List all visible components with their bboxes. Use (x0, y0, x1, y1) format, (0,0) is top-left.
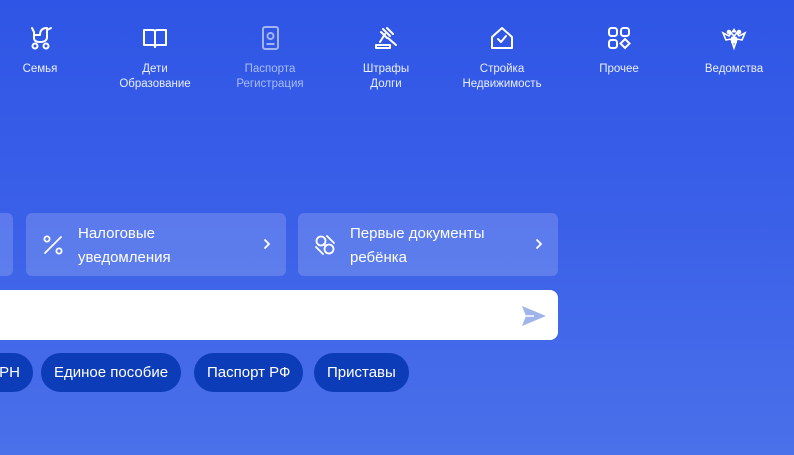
chip-passport-rf[interactable]: Паспорт РФ (194, 353, 304, 392)
nav-label-family: Семья (22, 63, 58, 75)
nav-label-construction-realty: Стройка Недвижимость (462, 63, 542, 90)
search-bar (0, 290, 558, 342)
gavel-icon (375, 27, 397, 49)
nav-item-passports-registration[interactable]: Паспорта Регистрация (215, 24, 325, 92)
stroller-icon (31, 27, 52, 50)
house-icon (491, 27, 513, 49)
nav-label-passports-registration: Паспорта Регистрация (236, 63, 304, 90)
pacifier-icon (315, 235, 335, 255)
card-first-documents-child-label: Первые документы ребёнка (350, 225, 485, 266)
card-tax-notifications-label: Налоговые уведомления (78, 225, 171, 266)
chevron-right-icon (536, 239, 542, 249)
category-nav: Семья Дети Образование Паспорта Регистра… (0, 0, 794, 110)
emblem-icon (721, 28, 747, 51)
chevron-right-icon (264, 239, 270, 249)
chip-bailiffs[interactable]: Приставы (314, 353, 409, 392)
card-first-documents-child[interactable]: Первые документы ребёнка (298, 213, 558, 276)
nav-item-fines-debts[interactable]: Штрафы Долги (331, 24, 441, 92)
grid-icon (608, 27, 631, 50)
send-icon[interactable] (520, 303, 548, 329)
nav-item-other[interactable]: Прочее (564, 24, 674, 77)
search-input[interactable] (10, 290, 494, 342)
nav-label-fines-debts: Штрафы Долги (362, 63, 410, 90)
nav-item-agencies[interactable]: Ведомства (679, 24, 789, 77)
chip-unified-allowance[interactable]: Единое пособие (41, 353, 182, 392)
passport-icon (262, 26, 279, 50)
chip-partial[interactable]: РН (0, 353, 33, 392)
nav-label-agencies: Ведомства (704, 63, 764, 75)
book-icon (143, 29, 167, 48)
nav-label-children-education: Дети Образование (119, 63, 191, 90)
nav-item-children-education[interactable]: Дети Образование (100, 24, 210, 92)
nav-label-other: Прочее (599, 63, 639, 75)
percent-icon (43, 235, 63, 255)
card-tax-notifications[interactable]: Налоговые уведомления (26, 213, 286, 276)
card-partial[interactable] (0, 213, 13, 276)
nav-item-family[interactable]: Семья (0, 24, 95, 77)
nav-item-construction-realty[interactable]: Стройка Недвижимость (447, 24, 557, 92)
